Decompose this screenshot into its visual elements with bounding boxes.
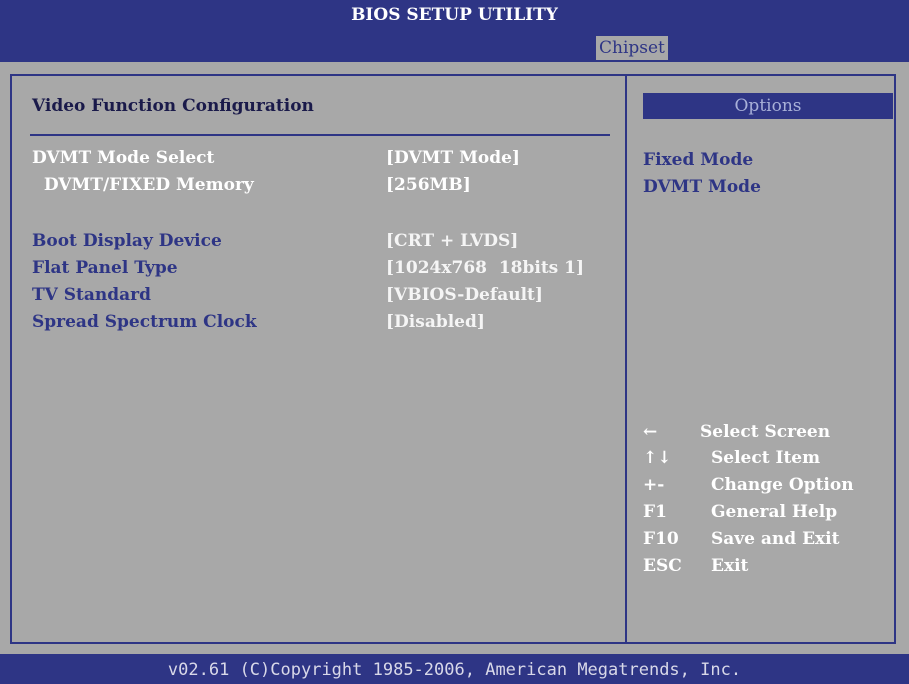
plus-minus-icon: +- [643, 475, 665, 495]
setting-label: TV Standard [32, 285, 152, 305]
setting-value[interactable]: [DVMT Mode] [386, 148, 520, 168]
arrow-left-icon: ← [643, 422, 658, 442]
options-header: Options [643, 93, 893, 119]
copyright-text: v02.61 (C)Copyright 1985-2006, American … [167, 660, 742, 680]
setting-label: Spread Spectrum Clock [32, 312, 257, 332]
setting-value[interactable]: [CRT + LVDS] [386, 231, 518, 251]
app-title: BIOS SETUP UTILITY [351, 5, 558, 25]
section-title: Video Function Configuration [32, 96, 314, 116]
arrow-up-down-icon: ↑↓ [643, 448, 672, 468]
setting-label: Flat Panel Type [32, 258, 178, 278]
option-fixed-mode[interactable]: Fixed Mode [643, 150, 753, 170]
key-desc-change-option: Change Option [711, 475, 854, 495]
key-f1: F1 [643, 502, 667, 522]
key-desc-select-item: Select Item [711, 448, 821, 468]
setting-value[interactable]: [1024x768 18bits 1] [386, 258, 584, 278]
setting-value[interactable]: [VBIOS-Default] [386, 285, 543, 305]
setting-label: Boot Display Device [32, 231, 222, 251]
key-desc-select-screen: Select Screen [700, 422, 831, 442]
key-desc-exit: Exit [711, 556, 749, 576]
key-esc: ESC [643, 556, 682, 576]
section-divider [30, 134, 610, 136]
setting-label: DVMT Mode Select [32, 148, 215, 168]
tab-chipset[interactable]: Chipset [596, 36, 668, 60]
key-f10: F10 [643, 529, 679, 549]
setting-value[interactable]: [256MB] [386, 175, 471, 195]
setting-value[interactable]: [Disabled] [386, 312, 485, 332]
option-dvmt-mode[interactable]: DVMT Mode [643, 177, 761, 197]
panel-divider [625, 74, 627, 644]
setting-label: DVMT/FIXED Memory [32, 175, 254, 195]
menu-bar [0, 34, 909, 62]
key-desc-general-help: General Help [711, 502, 838, 522]
key-desc-save-and-exit: Save and Exit [711, 529, 840, 549]
